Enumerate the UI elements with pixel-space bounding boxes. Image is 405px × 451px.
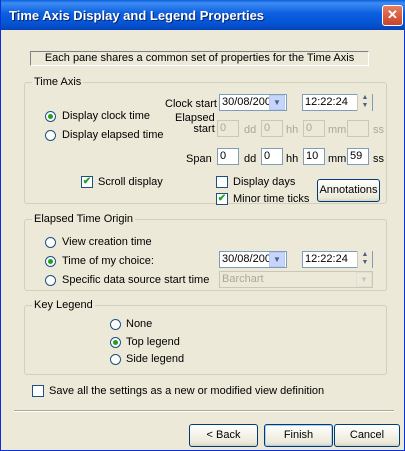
elapsed-ss-unit: ss	[373, 124, 384, 136]
time-axis-group-label: Time Axis	[32, 76, 84, 88]
elapsed-dd-field[interactable]: 0	[217, 120, 239, 137]
separator	[14, 410, 394, 412]
cancel-button[interactable]: Cancel	[334, 424, 400, 447]
spin-up-icon[interactable]: ▲	[358, 251, 372, 259]
time-of-my-choice-radio[interactable]	[45, 256, 56, 267]
spin-down-icon[interactable]: ▼	[358, 259, 372, 267]
spin-down-icon[interactable]: ▼	[358, 102, 372, 110]
chevron-down-icon[interactable]: ▼	[269, 252, 285, 267]
legend-side-label[interactable]: Side legend	[126, 353, 184, 365]
elapsed-mm-unit: mm	[328, 124, 347, 136]
span-ss-unit: ss	[373, 153, 384, 165]
span-dd-unit: dd	[244, 153, 257, 165]
display-clock-time-label[interactable]: Display clock time	[62, 110, 150, 122]
scroll-display-checkbox[interactable]: ✔	[81, 176, 93, 188]
legend-top-radio[interactable]	[110, 337, 121, 348]
span-dd-field[interactable]: 0	[217, 148, 239, 165]
span-label: Span	[186, 153, 212, 165]
key-legend-group	[24, 305, 387, 375]
span-hh-field[interactable]: 0	[261, 148, 283, 165]
legend-none-label[interactable]: None	[126, 318, 152, 330]
save-settings-checkbox[interactable]	[32, 385, 44, 397]
key-legend-group-label: Key Legend	[32, 299, 95, 311]
info-text: Each pane shares a common set of propert…	[30, 51, 369, 66]
view-creation-time-label[interactable]: View creation time	[62, 236, 152, 248]
dialog-window: Time Axis Display and Legend Properties …	[0, 0, 405, 451]
chevron-down-icon[interactable]: ▼	[356, 272, 372, 287]
display-days-label[interactable]: Display days	[233, 176, 295, 188]
span-hh-unit: hh	[286, 153, 299, 165]
display-elapsed-time-radio[interactable]	[45, 130, 56, 141]
window-title: Time Axis Display and Legend Properties	[9, 8, 265, 23]
legend-top-label[interactable]: Top legend	[126, 336, 180, 348]
data-source-select[interactable]: Barchart	[219, 271, 373, 288]
elapsed-dd-unit: dd	[244, 124, 257, 136]
elapsed-hh-unit: hh	[286, 124, 299, 136]
time-of-my-choice-label[interactable]: Time of my choice:	[62, 255, 154, 267]
span-mm-unit: mm	[328, 153, 347, 165]
view-creation-time-radio[interactable]	[45, 237, 56, 248]
spin-up-icon[interactable]: ▲	[358, 94, 372, 102]
specific-source-label[interactable]: Specific data source start time	[62, 274, 209, 286]
span-ss-field[interactable]: 59	[347, 148, 369, 165]
elapsed-start-label-line2: start	[193, 123, 215, 135]
span-mm-field[interactable]: 10	[303, 148, 325, 165]
close-button[interactable]: ✕	[382, 5, 403, 26]
elapsed-start-label: Elapsed start	[175, 113, 215, 135]
save-settings-label[interactable]: Save all the settings as a new or modifi…	[49, 385, 324, 397]
elapsed-ss-field[interactable]	[347, 120, 369, 137]
back-button[interactable]: < Back	[189, 424, 258, 447]
finish-button[interactable]: Finish	[264, 424, 333, 447]
display-elapsed-time-label[interactable]: Display elapsed time	[62, 129, 164, 141]
choice-time-spinner[interactable]: ▲ ▼	[357, 251, 372, 268]
legend-none-radio[interactable]	[110, 319, 121, 330]
specific-source-radio[interactable]	[45, 275, 56, 286]
chevron-down-icon[interactable]: ▼	[269, 95, 285, 110]
clock-start-time-spinner[interactable]: ▲ ▼	[357, 94, 372, 111]
legend-side-radio[interactable]	[110, 354, 121, 365]
scroll-display-label[interactable]: Scroll display	[98, 176, 163, 188]
elapsed-mm-field[interactable]: 0	[303, 120, 325, 137]
display-clock-time-radio[interactable]	[45, 111, 56, 122]
title-bar: Time Axis Display and Legend Properties …	[1, 0, 405, 30]
annotations-button[interactable]: Annotations	[317, 179, 380, 202]
elapsed-hh-field[interactable]: 0	[261, 120, 283, 137]
minor-time-ticks-checkbox[interactable]: ✔	[216, 193, 228, 205]
minor-time-ticks-label[interactable]: Minor time ticks	[233, 193, 309, 205]
clock-start-label: Clock start	[165, 98, 217, 110]
display-days-checkbox[interactable]	[216, 176, 228, 188]
elapsed-origin-group-label: Elapsed Time Origin	[32, 213, 136, 225]
